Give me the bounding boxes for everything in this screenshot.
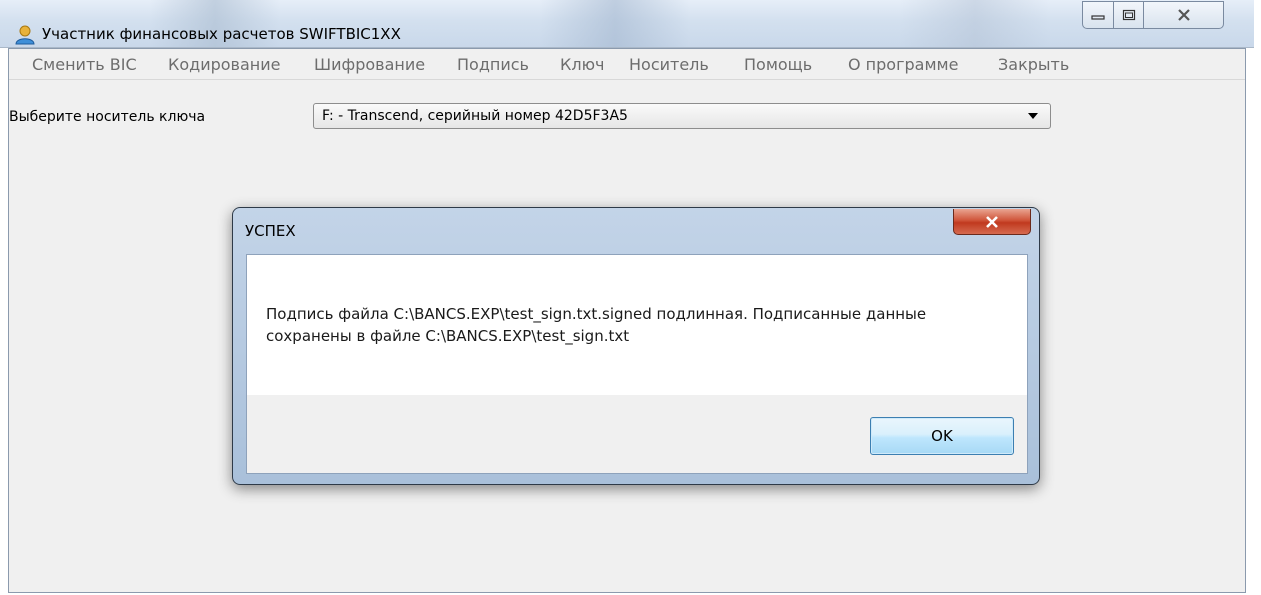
menu-item-close[interactable]: Закрыть (998, 55, 1069, 74)
close-icon (1177, 9, 1190, 21)
menu-item-media[interactable]: Носитель (629, 55, 709, 74)
menu-item-signature[interactable]: Подпись (457, 55, 529, 74)
main-window: Участник финансовых расчетов SWIFTBIC1XX (0, 0, 1254, 593)
menu-item-encryption[interactable]: Шифрование (314, 55, 425, 74)
dialog-message-area: Подпись файла C:\BANCS.EXP\test_sign.txt… (247, 255, 1027, 395)
chevron-down-icon (1028, 113, 1038, 119)
menu-bar: Сменить BIC Кодирование Шифрование Подпи… (9, 49, 1245, 80)
titlebar-background-glass (900, 0, 1050, 47)
dialog-title: УСПЕХ (245, 222, 296, 240)
maximize-button[interactable] (1114, 1, 1144, 29)
close-button[interactable] (1144, 1, 1224, 29)
menu-item-help[interactable]: Помощь (744, 55, 812, 74)
menu-item-key[interactable]: Ключ (560, 55, 605, 74)
dialog-body: Подпись файла C:\BANCS.EXP\test_sign.txt… (246, 254, 1028, 474)
menu-item-encoding[interactable]: Кодирование (168, 55, 281, 74)
menu-item-change-bic[interactable]: Сменить BIC (32, 55, 137, 74)
key-media-selected-value: F: - Transcend, серийный номер 42D5F3A5 (322, 108, 628, 124)
window-title: Участник финансовых расчетов SWIFTBIC1XX (42, 25, 401, 43)
title-bar[interactable]: Участник финансовых расчетов SWIFTBIC1XX (0, 0, 1254, 48)
key-media-select[interactable]: F: - Transcend, серийный номер 42D5F3A5 (313, 103, 1051, 129)
menu-item-about[interactable]: О программе (848, 55, 958, 74)
titlebar-background-glass (540, 0, 690, 47)
dialog-message: Подпись файла C:\BANCS.EXP\test_sign.txt… (266, 305, 927, 345)
user-icon (15, 25, 35, 45)
maximize-icon (1122, 9, 1135, 21)
dialog-close-button[interactable] (953, 209, 1031, 235)
close-icon (986, 215, 998, 228)
key-media-label: Выберите носитель ключа (9, 109, 206, 125)
success-dialog: УСПЕХ Подпись файла C:\BANCS.EXP\test_si… (232, 207, 1040, 485)
ok-button[interactable]: OK (870, 417, 1014, 455)
minimize-icon (1091, 15, 1105, 20)
caption-buttons (1082, 1, 1224, 31)
minimize-button[interactable] (1082, 1, 1114, 29)
